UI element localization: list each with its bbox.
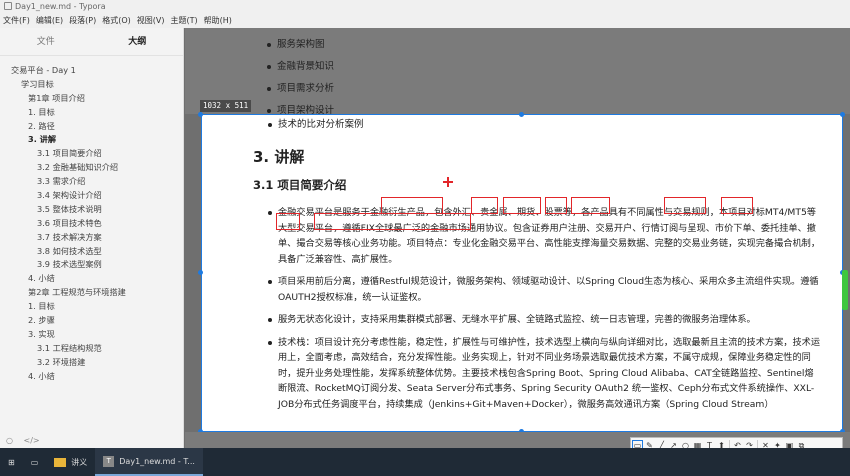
- resize-handle[interactable]: [840, 112, 845, 117]
- annotation-rect[interactable]: [381, 197, 443, 214]
- annotation-rect[interactable]: [276, 213, 300, 230]
- list-item: 金融背景知识: [265, 56, 850, 78]
- outline-item[interactable]: 4. 小结: [0, 370, 183, 384]
- outline-item[interactable]: 3.6 项目技术特色: [0, 217, 183, 231]
- outline-item[interactable]: 3.7 技术解决方案: [0, 231, 183, 245]
- paragraph-item: 技术栈：项目设计充分考虑性能，稳定性，扩展性与可维护性，技术选型上横向与纵向详细…: [266, 335, 822, 413]
- paragraph-item: 项目采用前后分离，遵循Restful规范设计，微服务架构、领域驱动设计、以Spr…: [266, 274, 822, 305]
- window-title: Day1_new.md - Typora: [15, 2, 106, 11]
- capture-selection[interactable]: 技术的比对分析案例 3. 讲解 3.1 项目简要介绍 金融交易平台是服务于金融衍…: [201, 114, 843, 432]
- outline-item[interactable]: 1. 目标: [0, 106, 183, 120]
- annotation-rect[interactable]: [503, 197, 541, 214]
- scrollbar-thumb[interactable]: [842, 270, 848, 310]
- outline-item[interactable]: 3.4 架构设计介绍: [0, 189, 183, 203]
- annotation-rect[interactable]: [545, 197, 567, 214]
- outline-item[interactable]: 3.9 技术选型案例: [0, 258, 183, 272]
- menu-item[interactable]: 编辑(E): [33, 14, 66, 28]
- outline-item[interactable]: 3. 讲解: [0, 133, 183, 147]
- annotation-rect[interactable]: [471, 197, 498, 214]
- taskbar-app-label: 讲义: [71, 457, 88, 467]
- task-view-button[interactable]: ▭: [23, 448, 47, 476]
- sidebar: 文件 大纲 交易平台 - Day 1 学习目标 第1章 项目介绍 1. 目标 2. 路径…: [0, 28, 184, 448]
- list-item: 项目需求分析: [265, 78, 850, 100]
- title-bar: Day1_new.md - Typora: [0, 0, 850, 14]
- paragraph-list: 金融交易平台是服务于金融衍生产品，包含外汇、贵金属、期货、股票等，各产品具有不同…: [266, 205, 822, 412]
- outline-item[interactable]: 第1章 项目介绍: [0, 92, 183, 106]
- outline-item[interactable]: 1. 目标: [0, 300, 183, 314]
- annotation-rect[interactable]: [314, 213, 471, 230]
- resize-handle[interactable]: [198, 112, 203, 117]
- outline-list: 交易平台 - Day 1 学习目标 第1章 项目介绍 1. 目标 2. 路径 3. 讲解 3…: [0, 56, 183, 383]
- outline-item[interactable]: 3.8 如何技术选型: [0, 245, 183, 259]
- taskbar-app-explorer[interactable]: 讲义: [46, 448, 95, 476]
- list-item: 技术的比对分析案例: [266, 117, 822, 132]
- outline-item[interactable]: 3.1 工程结构规范: [0, 342, 183, 356]
- menu-item[interactable]: 视图(V): [134, 14, 168, 28]
- typora-app-icon: [4, 2, 12, 10]
- outline-item[interactable]: 3. 实现: [0, 328, 183, 342]
- outline-item[interactable]: 学习目标: [0, 78, 183, 92]
- selection-size-badge: 1032 x 511: [200, 100, 252, 112]
- outline-item[interactable]: 3.2 金融基础知识介绍: [0, 161, 183, 175]
- menu-item[interactable]: 帮助(H): [201, 14, 235, 28]
- taskbar-app-label: Day1_new.md - T...: [119, 456, 195, 466]
- outline-item[interactable]: 2. 路径: [0, 120, 183, 134]
- crosshair-cursor-icon: [443, 177, 453, 187]
- editor-dimmed-top: 服务架构图 金融背景知识 项目需求分析 项目架构设计: [185, 28, 850, 116]
- section-heading: 3. 讲解: [253, 148, 305, 166]
- outline-item[interactable]: 交易平台 - Day 1: [0, 64, 183, 78]
- annotation-rect[interactable]: [721, 197, 753, 214]
- windows-icon: ⊞: [8, 457, 15, 467]
- sidebar-tabs: 文件 大纲: [0, 28, 183, 56]
- taskbar: ⊞ ▭ 讲义 T Day1_new.md - T...: [0, 448, 850, 476]
- resize-handle[interactable]: [519, 112, 524, 117]
- annotation-rect[interactable]: [664, 197, 706, 214]
- source-code-icon[interactable]: </>: [24, 436, 40, 445]
- outline-item[interactable]: 第2章 工程规范与环境搭建: [0, 286, 183, 300]
- menu-item[interactable]: 格式(O): [99, 14, 134, 28]
- outline-item[interactable]: 3.1 项目简要介绍: [0, 147, 183, 161]
- tab-files[interactable]: 文件: [0, 28, 92, 55]
- outline-item[interactable]: 2. 步骤: [0, 314, 183, 328]
- start-button[interactable]: ⊞: [0, 448, 23, 476]
- outline-item[interactable]: 3.5 整体技术说明: [0, 203, 183, 217]
- resize-handle[interactable]: [198, 270, 203, 275]
- menu-bar: 文件(F) 编辑(E) 段落(P) 格式(O) 视图(V) 主题(T) 帮助(H): [0, 14, 850, 28]
- outline-item[interactable]: 3.2 环境搭建: [0, 356, 183, 370]
- top-bullet-list: 服务架构图 金融背景知识 项目需求分析 项目架构设计: [185, 28, 850, 122]
- circle-icon[interactable]: ○: [6, 436, 13, 445]
- typora-icon: T: [103, 455, 115, 467]
- paragraph-item: 服务无状态化设计，支持采用集群模式部署、无缝水平扩展、全链路式监控、统一日志管理…: [266, 312, 822, 328]
- sidebar-footer: ○ </>: [0, 434, 184, 448]
- folder-icon: [54, 457, 67, 467]
- annotation-rect[interactable]: [571, 197, 610, 214]
- subsection-heading: 3.1 项目简要介绍: [253, 178, 347, 192]
- tab-outline[interactable]: 大纲: [92, 28, 184, 55]
- bullet-list: 技术的比对分析案例: [266, 117, 822, 132]
- taskbar-app-typora[interactable]: T Day1_new.md - T...: [95, 448, 203, 476]
- outline-item[interactable]: 3.3 需求介绍: [0, 175, 183, 189]
- task-view-icon: ▭: [30, 457, 39, 467]
- outline-item[interactable]: 4. 小结: [0, 272, 183, 286]
- menu-item[interactable]: 文件(F): [0, 14, 33, 28]
- list-item: 服务架构图: [265, 34, 850, 56]
- menu-item[interactable]: 主题(T): [167, 14, 200, 28]
- menu-item[interactable]: 段落(P): [66, 14, 99, 28]
